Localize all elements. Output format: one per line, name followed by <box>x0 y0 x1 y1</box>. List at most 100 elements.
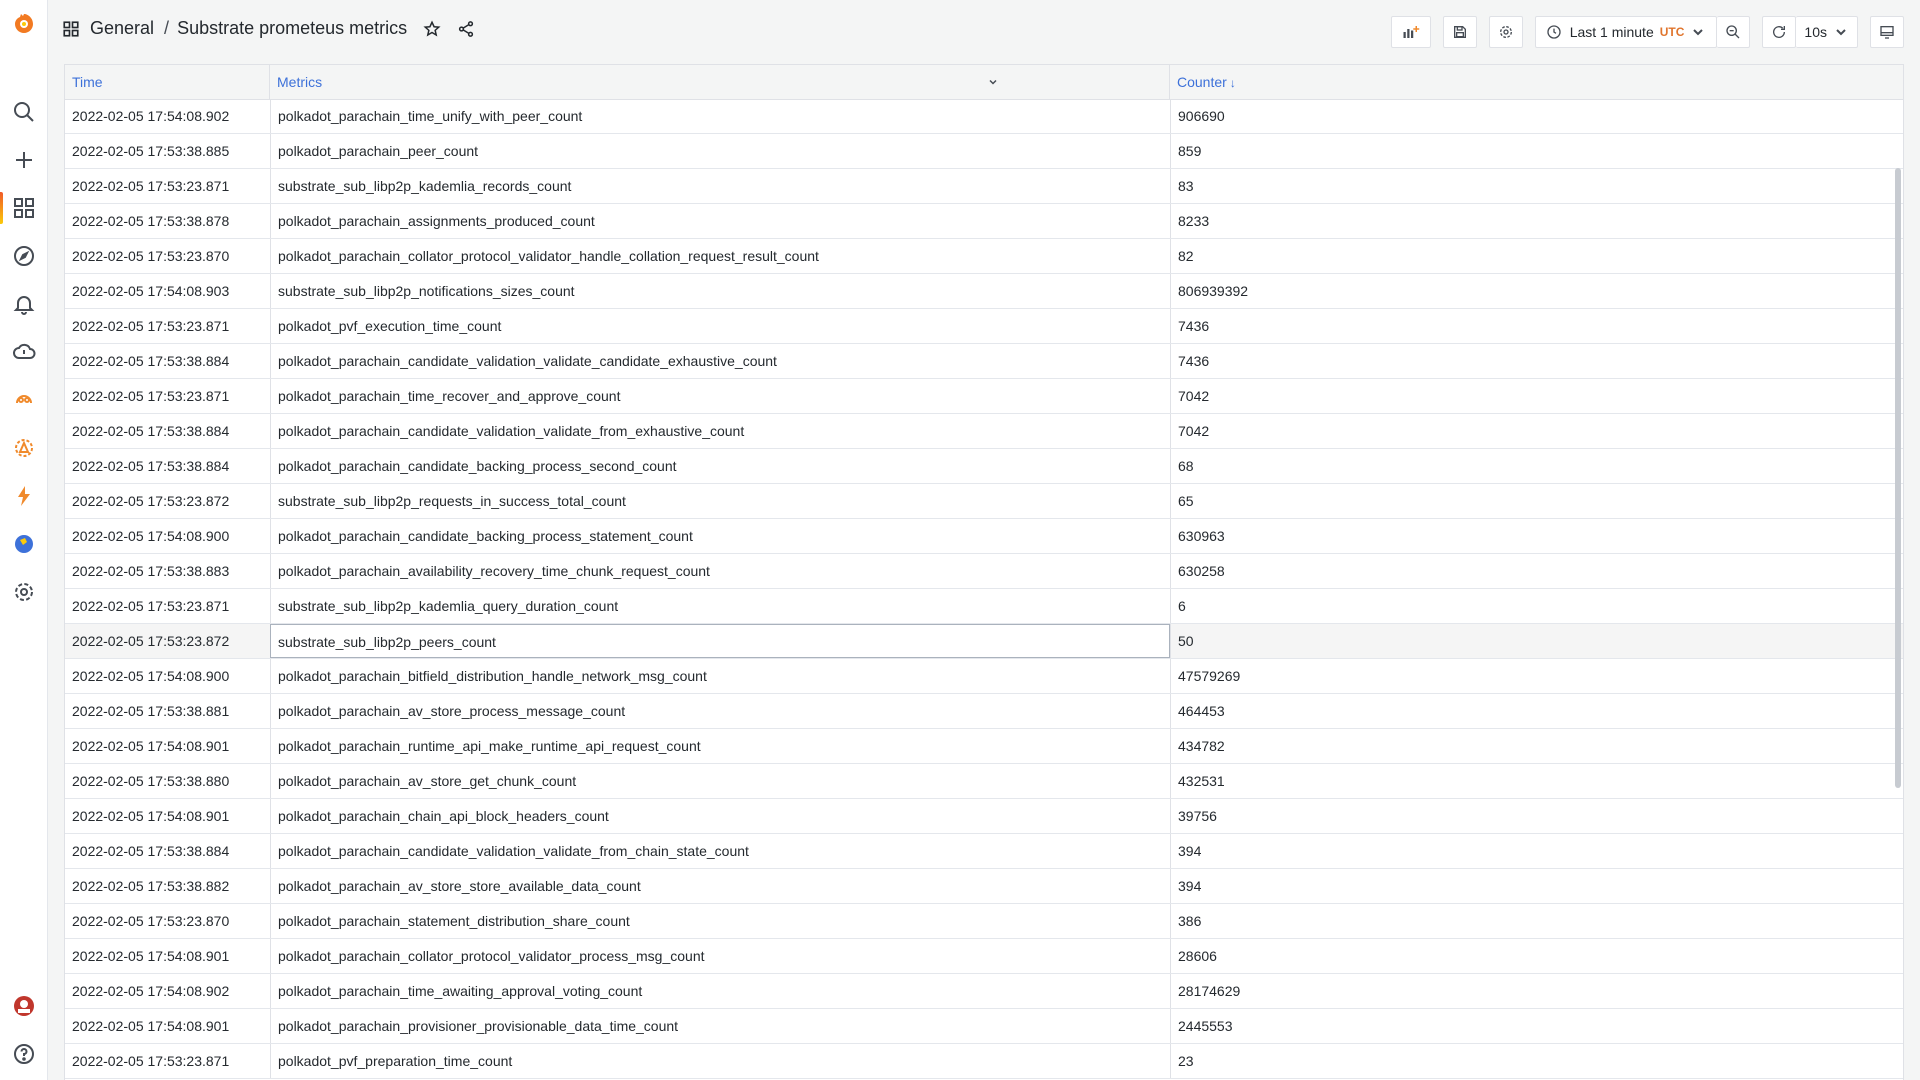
table-row[interactable]: 2022-02-05 17:53:38.880 polkadot_parachai… <box>65 764 1903 799</box>
counter-cell[interactable]: 6 <box>1170 589 1903 623</box>
column-header-metrics[interactable]: Metrics <box>270 65 1170 99</box>
counter-cell[interactable]: 7042 <box>1170 414 1903 448</box>
counter-cell[interactable]: 50 <box>1170 624 1903 658</box>
table-row[interactable]: 2022-02-05 17:53:23.872 substrate_sub_lib… <box>65 484 1903 519</box>
metric-cell[interactable]: polkadot_pvf_execution_time_count <box>270 309 1170 343</box>
time-cell[interactable]: 2022-02-05 17:54:08.902 <box>65 974 270 1008</box>
metric-cell[interactable]: polkadot_parachain_bitfield_distribution… <box>270 659 1170 693</box>
cloud-icon[interactable] <box>0 332 48 372</box>
alerting-bell-icon[interactable] <box>0 284 48 324</box>
metric-cell[interactable]: polkadot_parachain_av_store_process_mess… <box>270 694 1170 728</box>
time-cell[interactable]: 2022-02-05 17:54:08.901 <box>65 1009 270 1043</box>
metric-cell[interactable]: polkadot_parachain_runtime_api_make_runt… <box>270 729 1170 763</box>
time-cell[interactable]: 2022-02-05 17:54:08.901 <box>65 799 270 833</box>
metric-cell[interactable]: polkadot_parachain_availability_recovery… <box>270 554 1170 588</box>
table-row[interactable]: 2022-02-05 17:54:08.901 polkadot_parachai… <box>65 939 1903 974</box>
counter-cell[interactable]: 7042 <box>1170 379 1903 413</box>
table-row[interactable]: 2022-02-05 17:53:38.884 polkadot_parachai… <box>65 414 1903 449</box>
table-row[interactable]: 2022-02-05 17:53:38.884 polkadot_parachai… <box>65 344 1903 379</box>
counter-cell[interactable]: 432531 <box>1170 764 1903 798</box>
metric-cell[interactable]: substrate_sub_libp2p_peers_count <box>270 624 1170 658</box>
time-cell[interactable]: 2022-02-05 17:54:08.900 <box>65 659 270 693</box>
star-icon[interactable] <box>423 19 441 38</box>
counter-cell[interactable]: 394 <box>1170 869 1903 903</box>
metric-cell[interactable]: polkadot_parachain_candidate_validation_… <box>270 344 1170 378</box>
metric-cell[interactable]: polkadot_parachain_av_store_get_chunk_co… <box>270 764 1170 798</box>
help-icon[interactable] <box>0 1034 48 1074</box>
time-cell[interactable]: 2022-02-05 17:53:23.871 <box>65 169 270 203</box>
counter-cell[interactable]: 7436 <box>1170 344 1903 378</box>
grafana-logo-icon[interactable] <box>0 4 48 44</box>
dashboard-settings-button[interactable] <box>1488 16 1523 48</box>
counter-cell[interactable]: 65 <box>1170 484 1903 518</box>
cycle-view-mode-button[interactable] <box>1870 16 1904 48</box>
metric-cell[interactable]: substrate_sub_libp2p_kademlia_query_dura… <box>270 589 1170 623</box>
metric-cell[interactable]: polkadot_parachain_time_unify_with_peer_… <box>270 99 1170 133</box>
metric-cell[interactable]: polkadot_parachain_time_recover_and_appr… <box>270 379 1170 413</box>
refresh-button[interactable] <box>1762 16 1797 48</box>
table-row[interactable]: 2022-02-05 17:53:38.883 polkadot_parachai… <box>65 554 1903 589</box>
counter-cell[interactable]: 464453 <box>1170 694 1903 728</box>
time-cell[interactable]: 2022-02-05 17:53:23.871 <box>65 589 270 623</box>
metric-cell[interactable]: polkadot_parachain_collator_protocol_val… <box>270 239 1170 273</box>
time-cell[interactable]: 2022-02-05 17:53:23.872 <box>65 624 270 658</box>
plugin-alert-icon[interactable] <box>0 428 48 468</box>
zoom-out-button[interactable] <box>1717 16 1751 48</box>
table-row[interactable]: 2022-02-05 17:53:38.882 polkadot_parachai… <box>65 869 1903 904</box>
table-row[interactable]: 2022-02-05 17:53:23.872 substrate_sub_lib… <box>65 624 1903 659</box>
plugin-lightning-icon[interactable] <box>0 476 48 516</box>
table-row[interactable]: 2022-02-05 17:54:08.901 polkadot_parachai… <box>65 1009 1903 1044</box>
share-icon[interactable] <box>457 20 475 38</box>
breadcrumb-folder[interactable]: General <box>90 18 154 39</box>
plugin-brain-icon[interactable] <box>0 380 48 420</box>
metric-cell[interactable]: polkadot_parachain_collator_protocol_val… <box>270 939 1170 973</box>
save-dashboard-button[interactable] <box>1442 16 1477 48</box>
table-row[interactable]: 2022-02-05 17:53:23.870 polkadot_parachai… <box>65 239 1903 274</box>
counter-cell[interactable]: 68 <box>1170 449 1903 483</box>
search-icon[interactable] <box>0 92 48 132</box>
metric-cell[interactable]: polkadot_parachain_candidate_backing_pro… <box>270 449 1170 483</box>
metric-cell[interactable]: polkadot_parachain_candidate_backing_pro… <box>270 519 1170 553</box>
counter-cell[interactable]: 8233 <box>1170 204 1903 238</box>
counter-cell[interactable]: 906690 <box>1170 99 1903 133</box>
time-range-picker[interactable]: Last 1 minute UTC <box>1534 16 1718 48</box>
table-row[interactable]: 2022-02-05 17:53:23.870 polkadot_parachai… <box>65 904 1903 939</box>
time-cell[interactable]: 2022-02-05 17:53:23.870 <box>65 904 270 938</box>
time-cell[interactable]: 2022-02-05 17:53:23.871 <box>65 1044 270 1078</box>
time-cell[interactable]: 2022-02-05 17:53:38.884 <box>65 449 270 483</box>
counter-cell[interactable]: 630258 <box>1170 554 1903 588</box>
time-cell[interactable]: 2022-02-05 17:53:38.878 <box>65 204 270 238</box>
metric-cell[interactable]: polkadot_parachain_chain_api_block_heade… <box>270 799 1170 833</box>
counter-cell[interactable]: 28606 <box>1170 939 1903 973</box>
column-filter-chevron-icon[interactable] <box>987 76 999 88</box>
table-row[interactable]: 2022-02-05 17:54:08.901 polkadot_parachai… <box>65 799 1903 834</box>
metric-cell[interactable]: polkadot_pvf_preparation_time_count <box>270 1044 1170 1078</box>
time-cell[interactable]: 2022-02-05 17:53:38.881 <box>65 694 270 728</box>
time-cell[interactable]: 2022-02-05 17:53:23.871 <box>65 309 270 343</box>
counter-cell[interactable]: 82 <box>1170 239 1903 273</box>
table-row[interactable]: 2022-02-05 17:53:38.884 polkadot_parachai… <box>65 449 1903 484</box>
counter-cell[interactable]: 39756 <box>1170 799 1903 833</box>
counter-cell[interactable]: 7436 <box>1170 309 1903 343</box>
refresh-interval-picker[interactable]: 10s <box>1796 16 1858 48</box>
table-row[interactable]: 2022-02-05 17:54:08.900 polkadot_parachai… <box>65 519 1903 554</box>
counter-cell[interactable]: 2445553 <box>1170 1009 1903 1043</box>
table-row[interactable]: 2022-02-05 17:53:23.871 substrate_sub_lib… <box>65 589 1903 624</box>
create-plus-icon[interactable] <box>0 140 48 180</box>
time-cell[interactable]: 2022-02-05 17:53:38.880 <box>65 764 270 798</box>
metric-cell[interactable]: polkadot_parachain_peer_count <box>270 134 1170 168</box>
time-cell[interactable]: 2022-02-05 17:53:23.870 <box>65 239 270 273</box>
counter-cell[interactable]: 23 <box>1170 1044 1903 1078</box>
metric-cell[interactable]: polkadot_parachain_av_store_store_availa… <box>270 869 1170 903</box>
counter-cell[interactable]: 630963 <box>1170 519 1903 553</box>
table-row[interactable]: 2022-02-05 17:53:38.878 polkadot_parachai… <box>65 204 1903 239</box>
time-cell[interactable]: 2022-02-05 17:53:23.871 <box>65 379 270 413</box>
table-row[interactable]: 2022-02-05 17:53:23.871 polkadot_pvf_exec… <box>65 309 1903 344</box>
time-cell[interactable]: 2022-02-05 17:54:08.901 <box>65 729 270 763</box>
table-row[interactable]: 2022-02-05 17:54:08.900 polkadot_parachai… <box>65 659 1903 694</box>
table-row[interactable]: 2022-02-05 17:53:23.871 polkadot_pvf_prep… <box>65 1044 1903 1079</box>
user-avatar[interactable] <box>0 986 48 1026</box>
dashboards-icon[interactable] <box>0 188 48 228</box>
table-scrollbar[interactable] <box>1895 168 1901 788</box>
metric-cell[interactable]: polkadot_parachain_provisioner_provision… <box>270 1009 1170 1043</box>
